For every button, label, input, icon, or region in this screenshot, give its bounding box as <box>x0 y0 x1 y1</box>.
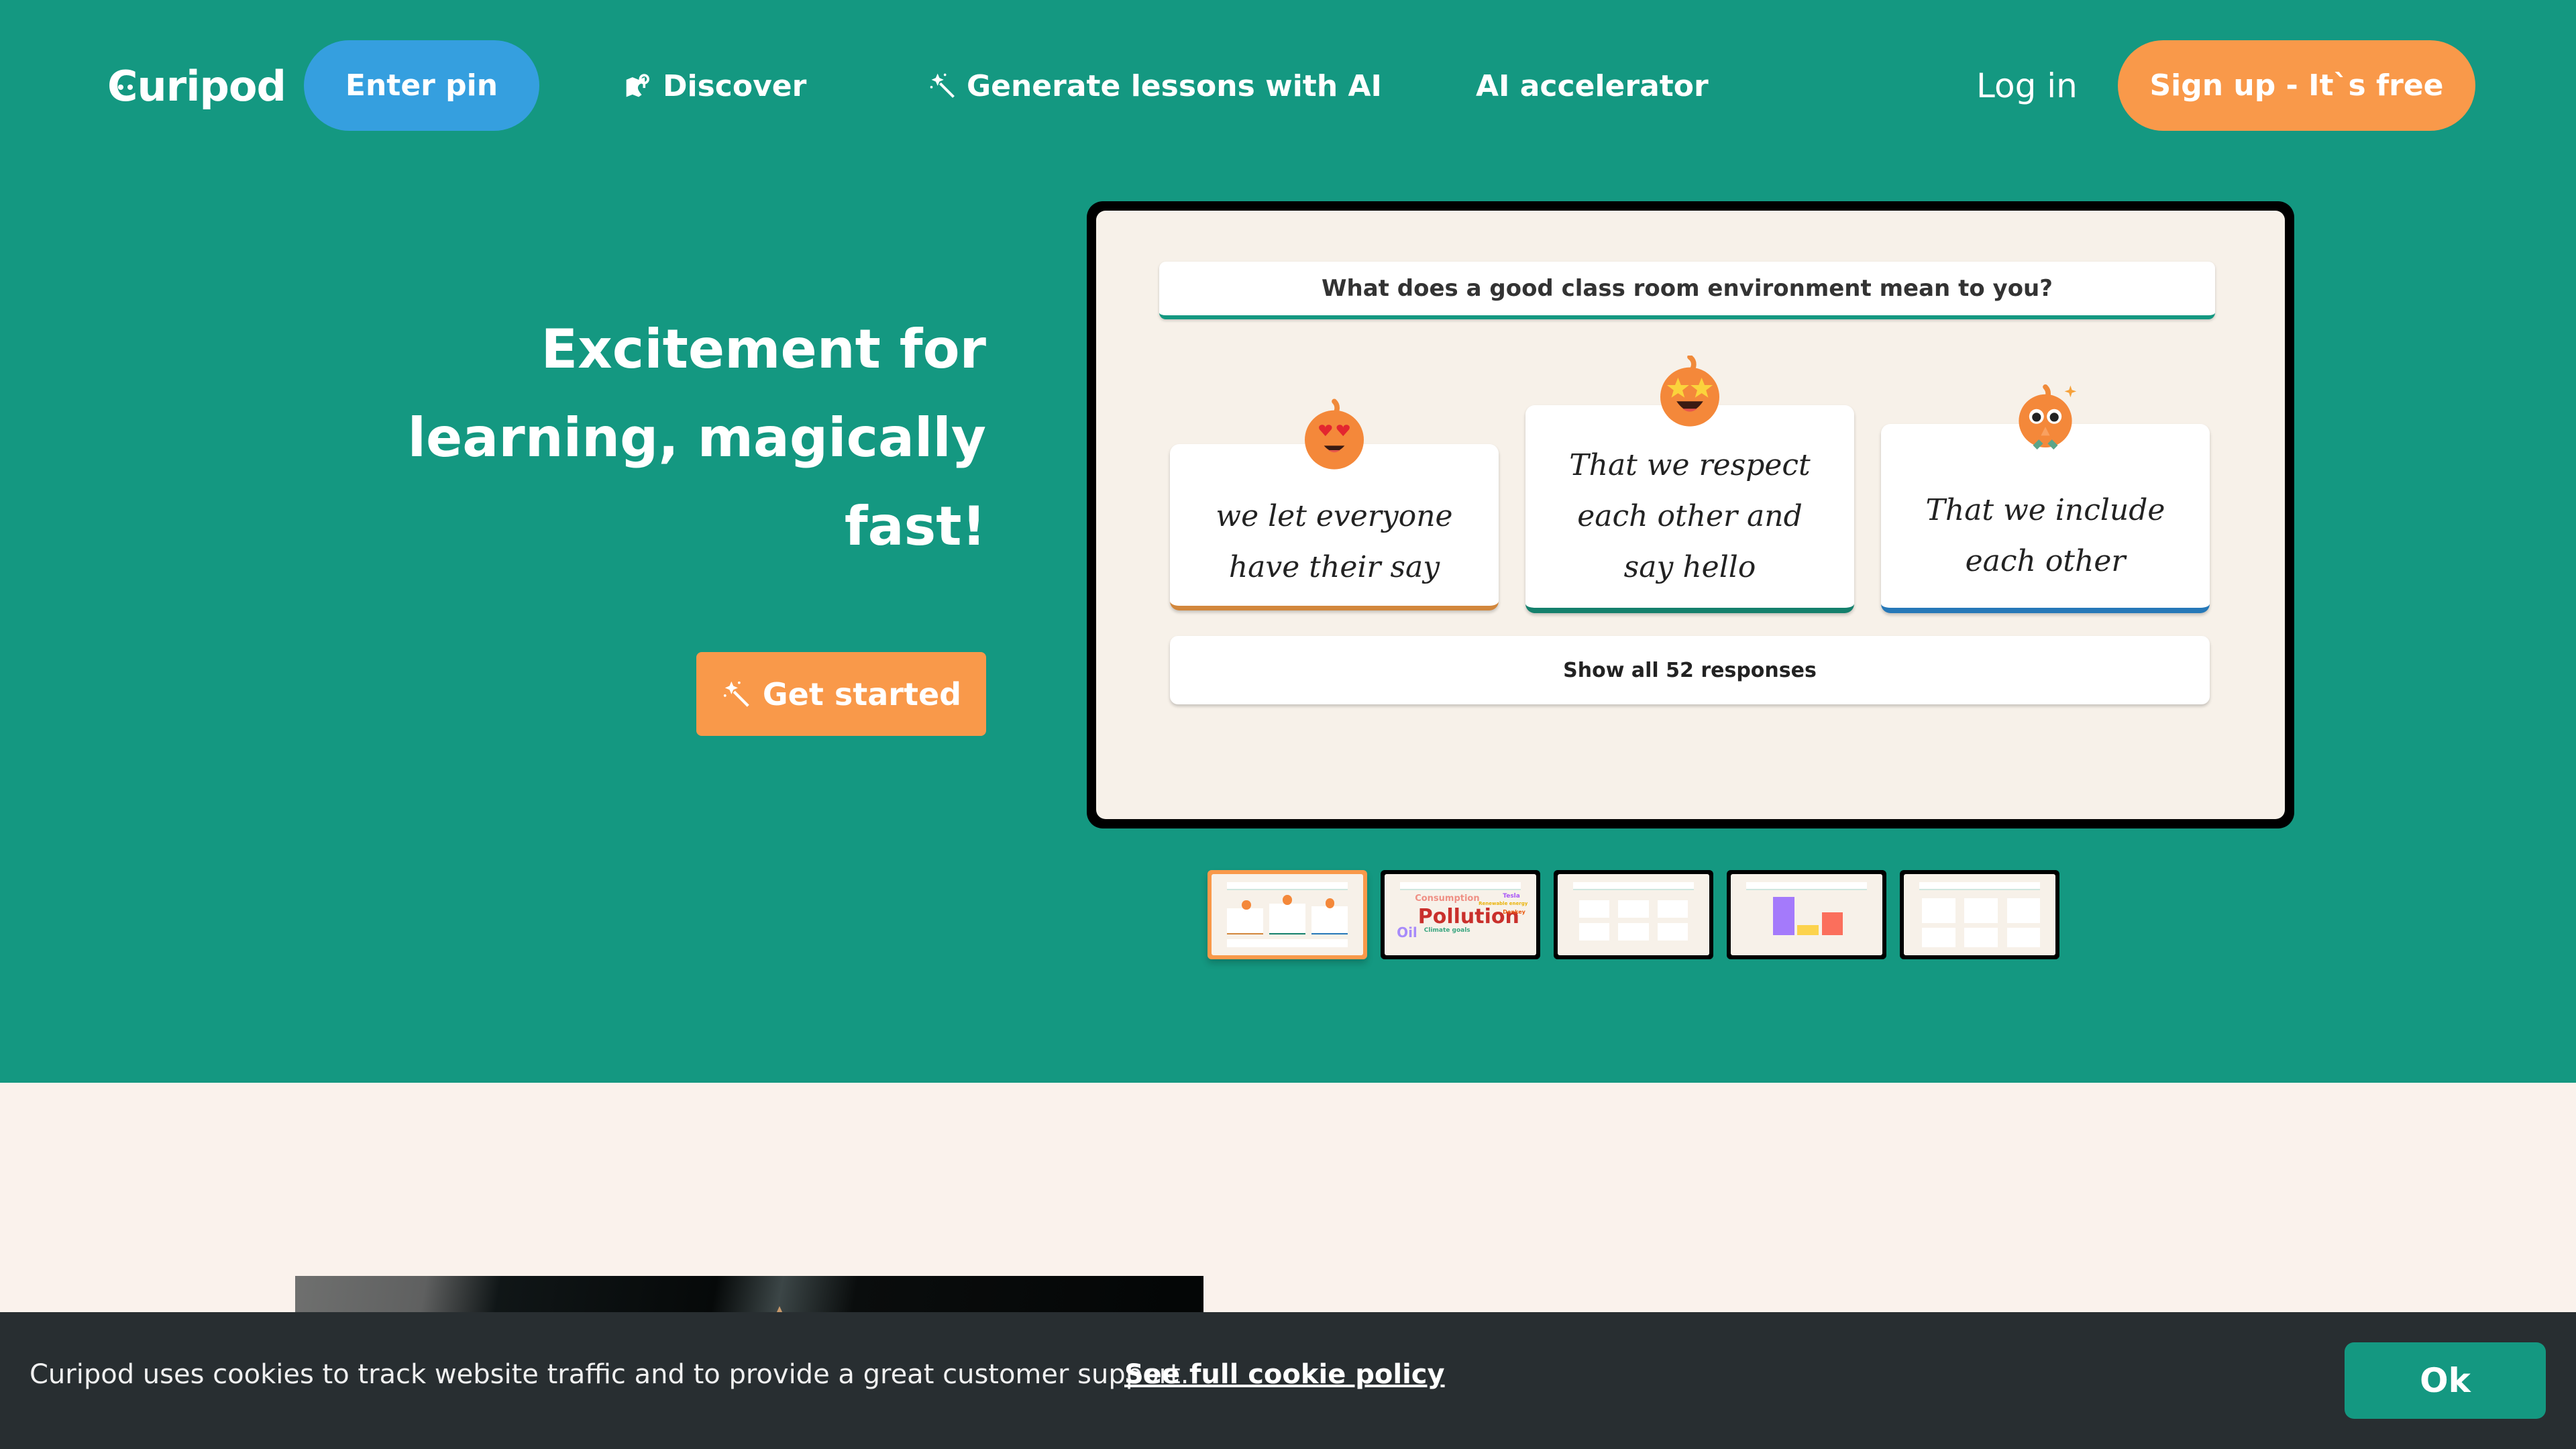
curipod-logo[interactable]: Curipod <box>107 59 286 113</box>
slide-thumbnail[interactable] <box>1900 870 2059 959</box>
hero-section: Curipod Enter pin Discover Generate less… <box>0 0 2576 1083</box>
slide-thumbnail[interactable] <box>1554 870 1713 959</box>
star-eyes-mascot-icon <box>1660 356 1719 427</box>
response-card: That we respect each other and say hello <box>1525 405 1854 613</box>
nav-discover-link[interactable]: Discover <box>624 62 806 110</box>
nav-ai-accelerator-link[interactable]: AI accelerator <box>1476 62 1709 110</box>
slide-thumbnail[interactable]: Pollution Consumption Oil Climate goals … <box>1381 870 1540 959</box>
cookie-message: Curipod uses cookies to track website tr… <box>30 1359 1189 1390</box>
cookie-banner: Curipod uses cookies to track website tr… <box>0 1312 2576 1449</box>
login-link[interactable]: Log in <box>1976 62 2078 110</box>
slide-thumbnail-strip: Pollution Consumption Oil Climate goals … <box>1208 870 2059 959</box>
cookie-ok-button[interactable]: Ok <box>2345 1342 2546 1419</box>
get-started-button[interactable]: Get started <box>696 652 986 736</box>
heart-eyes-mascot-icon <box>1305 398 1364 470</box>
magic-wand-icon <box>928 71 957 101</box>
show-all-responses-button[interactable]: Show all 52 responses <box>1170 636 2210 704</box>
hero-headline: Excitement for learning, magically fast! <box>407 318 986 557</box>
signup-button[interactable]: Sign up - It`s free <box>2118 40 2475 131</box>
lesson-slide-preview: What does a good class room environment … <box>1087 201 2294 828</box>
enter-pin-button[interactable]: Enter pin <box>304 40 539 131</box>
slide-thumbnail[interactable] <box>1727 870 1886 959</box>
thumb-bar <box>1821 912 1843 935</box>
slide-thumbnail[interactable] <box>1208 870 1367 959</box>
cookie-policy-link[interactable]: See full cookie policy <box>1124 1359 1445 1390</box>
map-pin-icon <box>624 71 653 101</box>
magic-wand-icon <box>721 679 752 710</box>
slide-canvas: What does a good class room environment … <box>1096 211 2285 819</box>
pleading-mascot-icon <box>2019 384 2077 450</box>
nav-generate-lessons-link[interactable]: Generate lessons with AI <box>928 62 1382 110</box>
slide-question: What does a good class room environment … <box>1159 262 2215 319</box>
thumb-bar <box>1797 925 1819 935</box>
thumb-bar <box>1773 897 1794 935</box>
